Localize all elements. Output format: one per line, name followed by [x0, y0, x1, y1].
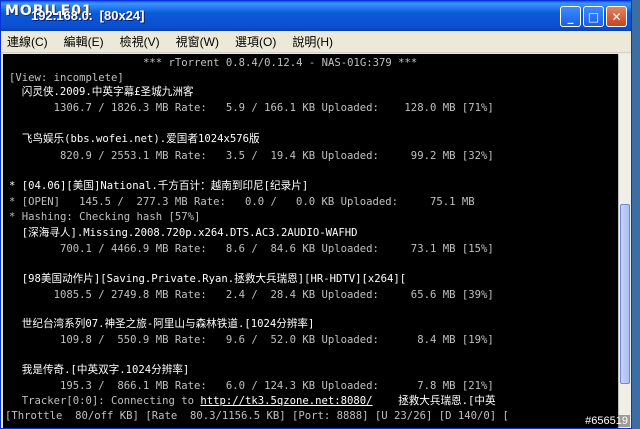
- vertical-scrollbar[interactable]: [618, 54, 631, 428]
- minimize-button[interactable]: _: [560, 6, 581, 27]
- hashing-status: * Hashing: Checking hash [57%]: [9, 211, 201, 223]
- status-bar: [Throttle 80/off KB] [Rate 80.3/1156.5 K…: [5, 410, 509, 422]
- rtorrent-header: *** rTorrent 0.8.4/0.12.4 - NAS-01G:379 …: [143, 57, 418, 69]
- torrent-name: * [04.06][美国]National.千方百计：越南到印尼[纪录片]: [9, 180, 309, 192]
- watermark: #656519: [583, 415, 630, 427]
- torrent-name: 飞鸟娱乐(bbs.wofei.net).爱国者1024x576版: [9, 133, 260, 145]
- menu-edit[interactable]: 編輯(E): [64, 33, 104, 50]
- tracker-line: Tracker[0:0]: Connecting to http://tk3.5…: [9, 395, 496, 407]
- torrent-stats: 1085.5 / 2749.8 MB Rate: 2.4 / 28.4 KB U…: [9, 289, 494, 301]
- menu-view[interactable]: 檢視(V): [120, 33, 160, 50]
- torrent-stats: 820.9 / 2553.1 MB Rate: 3.5 / 19.4 KB Up…: [9, 150, 494, 162]
- torrent-name: 我是传奇.[中英双字.1024分辨率]: [9, 364, 190, 376]
- tracker-url-link[interactable]: http://tk3.5qzone.net:8080/: [200, 395, 372, 407]
- close-button[interactable]: ✕: [606, 6, 627, 27]
- torrent-stats: 700.1 / 4466.9 MB Rate: 8.6 / 84.6 KB Up…: [9, 243, 494, 255]
- tracker-prefix: Tracker[0:0]: Connecting to: [9, 395, 201, 407]
- torrent-stats: 1306.7 / 1826.3 MB Rate: 5.9 / 166.1 KB …: [9, 102, 494, 114]
- window-controls: _ □ ✕: [560, 6, 627, 27]
- torrent-stats: 109.8 / 550.9 MB Rate: 9.6 / 52.0 KB Upl…: [9, 334, 494, 346]
- torrent-name: 闪灵侠.2009.中英字幕£圣城九洲客: [9, 86, 194, 98]
- scrollbar-thumb[interactable]: [620, 204, 630, 384]
- terminal-screen[interactable]: *** rTorrent 0.8.4/0.12.4 - NAS-01G:379 …: [3, 54, 618, 428]
- menu-help[interactable]: 說明(H): [292, 33, 333, 50]
- menu-connection[interactable]: 連線(C): [7, 33, 48, 50]
- close-icon: ✕: [611, 9, 622, 24]
- maximize-button[interactable]: □: [583, 6, 604, 27]
- maximize-icon: □: [587, 9, 600, 24]
- menu-options[interactable]: 選項(O): [235, 33, 276, 50]
- menu-bar: 連線(C) 編輯(E) 檢視(V) 視窗(W) 選項(O) 說明(H): [1, 31, 631, 53]
- window-title: 192.168.0. [80x24]: [31, 8, 145, 23]
- minimize-icon: _: [567, 9, 574, 24]
- view-label: [View: incomplete]: [9, 72, 124, 84]
- title-bar[interactable]: MOBILE01 192.168.0. [80x24] _ □ ✕: [1, 1, 631, 31]
- torrent-stats: 195.3 / 866.1 MB Rate: 6.0 / 124.3 KB Up…: [9, 380, 494, 392]
- tracker-suffix: 拯救大兵瑞恩.[中英: [372, 395, 496, 407]
- torrent-stats: * [OPEN] 145.5 / 277.3 MB Rate: 0.0 / 0.…: [9, 196, 475, 208]
- menu-window[interactable]: 視窗(W): [176, 33, 219, 50]
- terminal-window: MOBILE01 192.168.0. [80x24] _ □ ✕ 連線(C) …: [0, 0, 632, 429]
- torrent-name: 世纪台湾系列07.神圣之旅-阿里山与森林铁道.[1024分辨率]: [9, 318, 315, 330]
- torrent-name: [98美国动作片][Saving.Private.Ryan.拯救大兵瑞恩][HR…: [9, 273, 407, 285]
- torrent-name: [深海寻人].Missing.2008.720p.x264.DTS.AC3.2A…: [9, 227, 358, 239]
